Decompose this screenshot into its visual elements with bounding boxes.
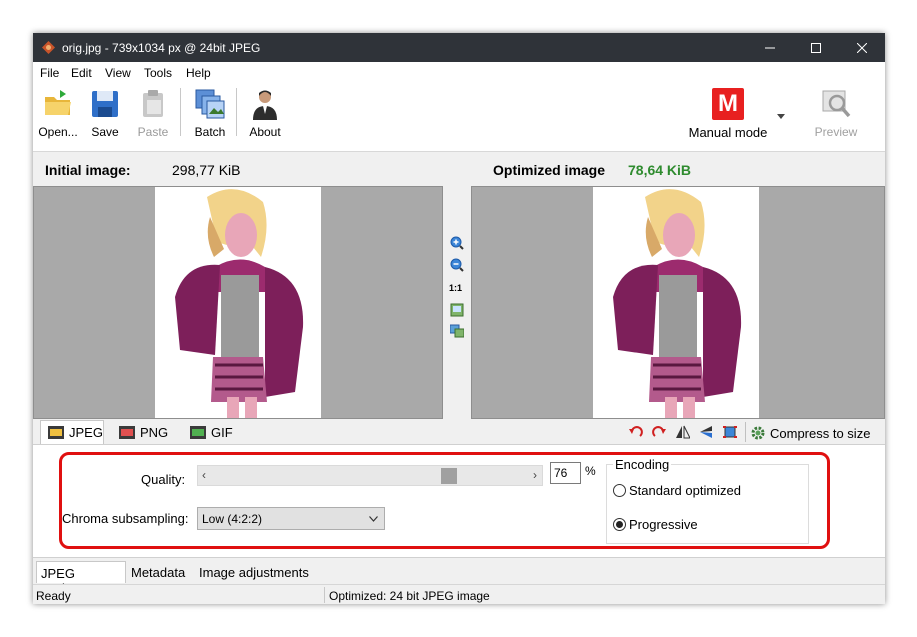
paste-button[interactable]: Paste (133, 88, 173, 144)
window-title: orig.jpg - 739x1034 px @ 24bit JPEG (62, 41, 261, 55)
menu-tools[interactable]: Tools (144, 66, 172, 80)
status-bar: Ready Optimized: 24 bit JPEG image (33, 584, 885, 604)
person-icon (253, 90, 277, 120)
flip-vertical-icon[interactable] (699, 425, 713, 439)
status-optimized-info: Optimized: 24 bit JPEG image (329, 589, 490, 603)
folder-open-icon (45, 90, 71, 115)
title-bar: orig.jpg - 739x1034 px @ 24bit JPEG (33, 33, 885, 62)
tab-gif[interactable]: GIF (190, 420, 233, 444)
minimize-icon (765, 47, 775, 48)
menu-file[interactable]: File (40, 66, 59, 80)
optimized-image (593, 187, 759, 418)
menu-help[interactable]: Help (186, 66, 211, 80)
tab-image-adjustments[interactable]: Image adjustments (195, 561, 313, 583)
status-ready: Ready (36, 589, 71, 603)
open-button[interactable]: Open... (36, 88, 80, 144)
gif-file-icon (190, 425, 206, 439)
format-tabs-row: JPEG PNG GIF Compress to size (33, 419, 885, 445)
menu-bar: File Edit View Tools Help (33, 62, 885, 82)
close-icon (857, 42, 867, 53)
fit-to-window-icon[interactable] (450, 303, 464, 317)
optimized-image-label: Optimized image (493, 162, 606, 178)
batch-images-icon (195, 89, 225, 119)
rotate-right-icon[interactable] (652, 425, 666, 439)
toolbar-separator (180, 88, 181, 136)
save-button[interactable]: Save (88, 88, 122, 144)
rotate-left-icon[interactable] (629, 425, 643, 439)
menu-edit[interactable]: Edit (71, 66, 92, 80)
manual-mode-icon: M (712, 88, 744, 120)
crop-icon[interactable] (723, 425, 737, 439)
zoom-toolbar: 1:1 (443, 186, 471, 419)
compress-to-size-button[interactable]: Compress to size (750, 424, 870, 442)
maximize-icon (811, 42, 821, 53)
toolbar: Open... Save Paste Batch About M Manual … (33, 82, 885, 152)
status-separator (324, 587, 325, 603)
clipboard-icon (143, 90, 163, 117)
flip-horizontal-icon[interactable] (676, 425, 690, 439)
zoom-out-icon[interactable] (450, 258, 464, 272)
app-window: orig.jpg - 739x1034 px @ 24bit JPEG File… (33, 33, 885, 604)
menu-view[interactable]: View (105, 66, 131, 80)
gear-icon (751, 426, 765, 440)
initial-image (155, 187, 321, 418)
optimized-image-pane[interactable] (471, 186, 885, 419)
initial-image-label: Initial image: (45, 162, 131, 178)
initial-image-size: 298,77 KiB (172, 162, 241, 178)
zoom-actual-size-button[interactable]: 1:1 (449, 283, 462, 293)
batch-button[interactable]: Batch (190, 88, 230, 144)
optimized-image-size: 78,64 KiB (628, 162, 692, 178)
compare-images-icon[interactable] (450, 324, 464, 338)
portrait-illustration (613, 189, 742, 418)
tab-jpeg[interactable]: JPEG (40, 420, 104, 444)
image-headers: Initial image: 298,77 KiB Optimized imag… (33, 153, 885, 186)
minimize-button[interactable] (747, 33, 793, 62)
options-highlight-box (59, 452, 830, 549)
dropdown-arrow-icon[interactable] (777, 114, 785, 120)
portrait-illustration (175, 189, 304, 418)
about-button[interactable]: About (245, 88, 285, 144)
tabs-separator (745, 422, 746, 442)
mode-button[interactable]: M Manual mode (682, 88, 774, 144)
floppy-disk-icon (92, 91, 118, 117)
jpeg-file-icon (48, 426, 64, 439)
tab-metadata[interactable]: Metadata (127, 561, 189, 583)
app-icon (42, 41, 55, 54)
bottom-tabs: JPEG Options Metadata Image adjustments (33, 557, 885, 596)
close-button[interactable] (839, 33, 885, 62)
preview-icon (822, 90, 851, 118)
zoom-in-icon[interactable] (450, 236, 464, 250)
tab-jpeg-options[interactable]: JPEG Options (36, 561, 126, 596)
toolbar-separator (236, 88, 237, 136)
maximize-button[interactable] (793, 33, 839, 62)
initial-image-pane[interactable] (33, 186, 443, 419)
png-file-icon (119, 425, 135, 439)
preview-button[interactable]: Preview (811, 88, 861, 144)
tab-png[interactable]: PNG (119, 420, 168, 444)
